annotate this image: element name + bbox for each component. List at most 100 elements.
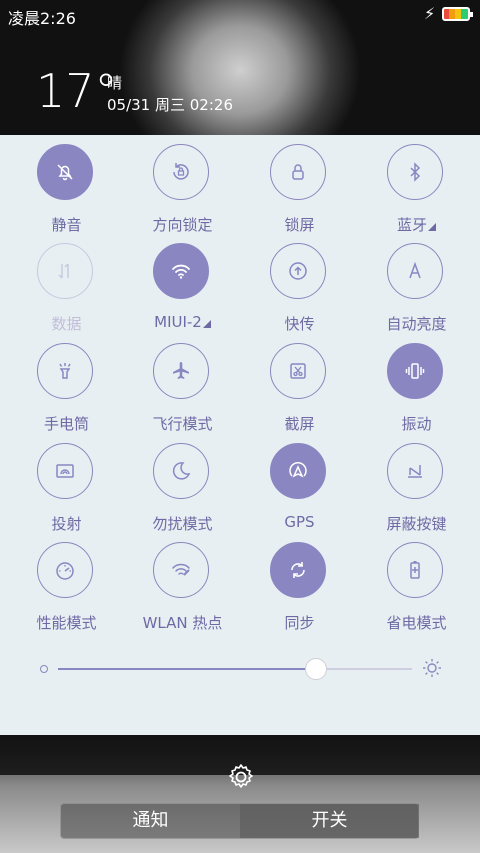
brightness-slider[interactable] xyxy=(0,655,480,685)
expand-indicator-icon xyxy=(202,320,211,328)
bell-muted-icon xyxy=(57,164,73,181)
toggle-label: GPS xyxy=(284,513,315,531)
toggle-battery-saver[interactable]: 省电模式 xyxy=(358,542,475,642)
toggle-button[interactable] xyxy=(270,144,326,200)
toggle-button[interactable] xyxy=(153,144,209,200)
toggle-label: 振动 xyxy=(401,415,432,433)
toggle-button[interactable] xyxy=(270,243,326,299)
screenshot-icon xyxy=(290,363,306,379)
toggle-airplane[interactable]: 飞行模式 xyxy=(124,343,241,443)
toggle-button[interactable] xyxy=(270,542,326,598)
toggle-button[interactable] xyxy=(387,144,443,200)
lock-icon xyxy=(292,164,304,180)
moon-icon xyxy=(172,462,191,480)
toggle-label: 省电模式 xyxy=(386,614,447,632)
mobile-data-icon xyxy=(58,263,69,279)
toggle-button[interactable] xyxy=(37,144,93,200)
toggle-rotation-lock[interactable]: 方向锁定 xyxy=(124,144,241,244)
toggle-gps[interactable]: GPS xyxy=(241,443,358,543)
toggle-label: 快传 xyxy=(284,315,315,333)
toggle-label: 锁屏 xyxy=(284,216,315,234)
gps-icon xyxy=(289,461,307,478)
toggle-moon[interactable]: 勿扰模式 xyxy=(124,443,241,543)
block-keys-icon xyxy=(408,465,422,478)
toggle-button[interactable] xyxy=(37,243,93,299)
toggle-button[interactable] xyxy=(153,343,209,399)
settings-gear-icon[interactable] xyxy=(226,762,256,792)
airplane-icon xyxy=(173,362,189,379)
toggle-button[interactable] xyxy=(270,343,326,399)
bottom-tab-bar: 通知 开关 xyxy=(60,803,419,839)
toggle-label: 静音 xyxy=(51,216,82,234)
wifi-icon xyxy=(172,264,190,279)
hotspot-icon xyxy=(172,563,190,576)
toggle-button[interactable] xyxy=(37,443,93,499)
toggle-label: 同步 xyxy=(284,614,315,632)
charging-icon: ⚡ xyxy=(424,4,436,23)
toggle-button[interactable] xyxy=(153,243,209,299)
toggle-label: 屏蔽按键 xyxy=(386,515,447,533)
toggle-label: 勿扰模式 xyxy=(152,515,213,533)
toggle-label: 数据 xyxy=(51,315,82,333)
toggle-label: WLAN 热点 xyxy=(142,614,223,632)
toggle-cast[interactable]: 投射 xyxy=(8,443,125,543)
battery-icon xyxy=(442,7,473,21)
toggle-label: 自动亮度 xyxy=(386,315,447,333)
toggle-button[interactable] xyxy=(153,443,209,499)
brightness-high-icon xyxy=(423,659,441,677)
toggle-hotspot[interactable]: WLAN 热点 xyxy=(124,542,241,642)
toggle-button[interactable] xyxy=(387,542,443,598)
status-time: 凌晨2:26 xyxy=(8,9,76,28)
tab-toggles[interactable]: 开关 xyxy=(240,804,419,838)
status-bar: 凌晨2:26 ⚡ xyxy=(0,0,480,30)
toggle-screenshot[interactable]: 截屏 xyxy=(241,343,358,443)
toggle-vibrate[interactable]: 振动 xyxy=(358,343,475,443)
cast-icon xyxy=(56,464,74,478)
toggle-button[interactable] xyxy=(270,443,326,499)
speedometer-icon xyxy=(56,562,74,580)
vibrate-icon xyxy=(405,363,425,379)
toggle-lock[interactable]: 锁屏 xyxy=(241,144,358,244)
toggle-label: 投射 xyxy=(51,515,82,533)
toggle-auto-brightness[interactable]: 自动亮度 xyxy=(358,243,475,343)
toggle-label: 手电筒 xyxy=(43,415,89,433)
weather-condition: 晴 xyxy=(107,74,123,92)
sync-icon xyxy=(291,562,305,578)
tab-notifications[interactable]: 通知 xyxy=(61,804,240,838)
auto-brightness-icon xyxy=(409,261,421,279)
toggle-button[interactable] xyxy=(37,542,93,598)
transfer-icon xyxy=(289,262,307,280)
brightness-thumb[interactable] xyxy=(305,658,328,680)
expand-indicator-icon xyxy=(428,223,436,231)
brightness-fill xyxy=(58,668,317,670)
battery-saver-icon xyxy=(410,561,420,579)
weather-temperature[interactable]: 17° xyxy=(36,64,118,118)
rotation-lock-icon xyxy=(173,163,189,180)
weather-datetime: 05/31 周三 02:26 xyxy=(107,96,233,114)
brightness-low-icon xyxy=(40,665,48,673)
brightness-track[interactable] xyxy=(58,658,412,680)
toggle-bell-muted[interactable]: 静音 xyxy=(8,144,125,244)
bluetooth-icon xyxy=(410,162,421,182)
toggle-button[interactable] xyxy=(387,443,443,499)
toggle-speedometer[interactable]: 性能模式 xyxy=(8,542,125,642)
toggle-flashlight[interactable]: 手电筒 xyxy=(8,343,125,443)
toggle-label: MIUI-2 xyxy=(124,313,241,331)
toggle-label: 性能模式 xyxy=(36,614,97,632)
toggle-transfer[interactable]: 快传 xyxy=(241,243,358,343)
toggle-block-keys[interactable]: 屏蔽按键 xyxy=(358,443,475,543)
toggle-wifi[interactable]: MIUI-2 xyxy=(124,243,241,343)
toggle-label: 飞行模式 xyxy=(152,415,213,433)
toggle-sync[interactable]: 同步 xyxy=(241,542,358,642)
toggle-button[interactable] xyxy=(37,343,93,399)
toggle-label: 蓝牙 xyxy=(358,214,475,235)
toggle-button[interactable] xyxy=(153,542,209,598)
toggle-mobile-data[interactable]: 数据 xyxy=(8,243,125,343)
toggle-bluetooth[interactable]: 蓝牙 xyxy=(358,144,475,244)
toggle-label: 截屏 xyxy=(284,415,315,433)
toggle-button[interactable] xyxy=(387,343,443,399)
toggle-button[interactable] xyxy=(387,243,443,299)
flashlight-icon xyxy=(59,363,71,379)
quick-settings-panel: 静音 方向锁定 锁屏 蓝牙数据 MIUI-2 快传 自动亮度手电筒 飞行模式 截屏 振动投射 勿扰模… xyxy=(0,135,480,735)
toggle-label: 方向锁定 xyxy=(152,216,213,234)
